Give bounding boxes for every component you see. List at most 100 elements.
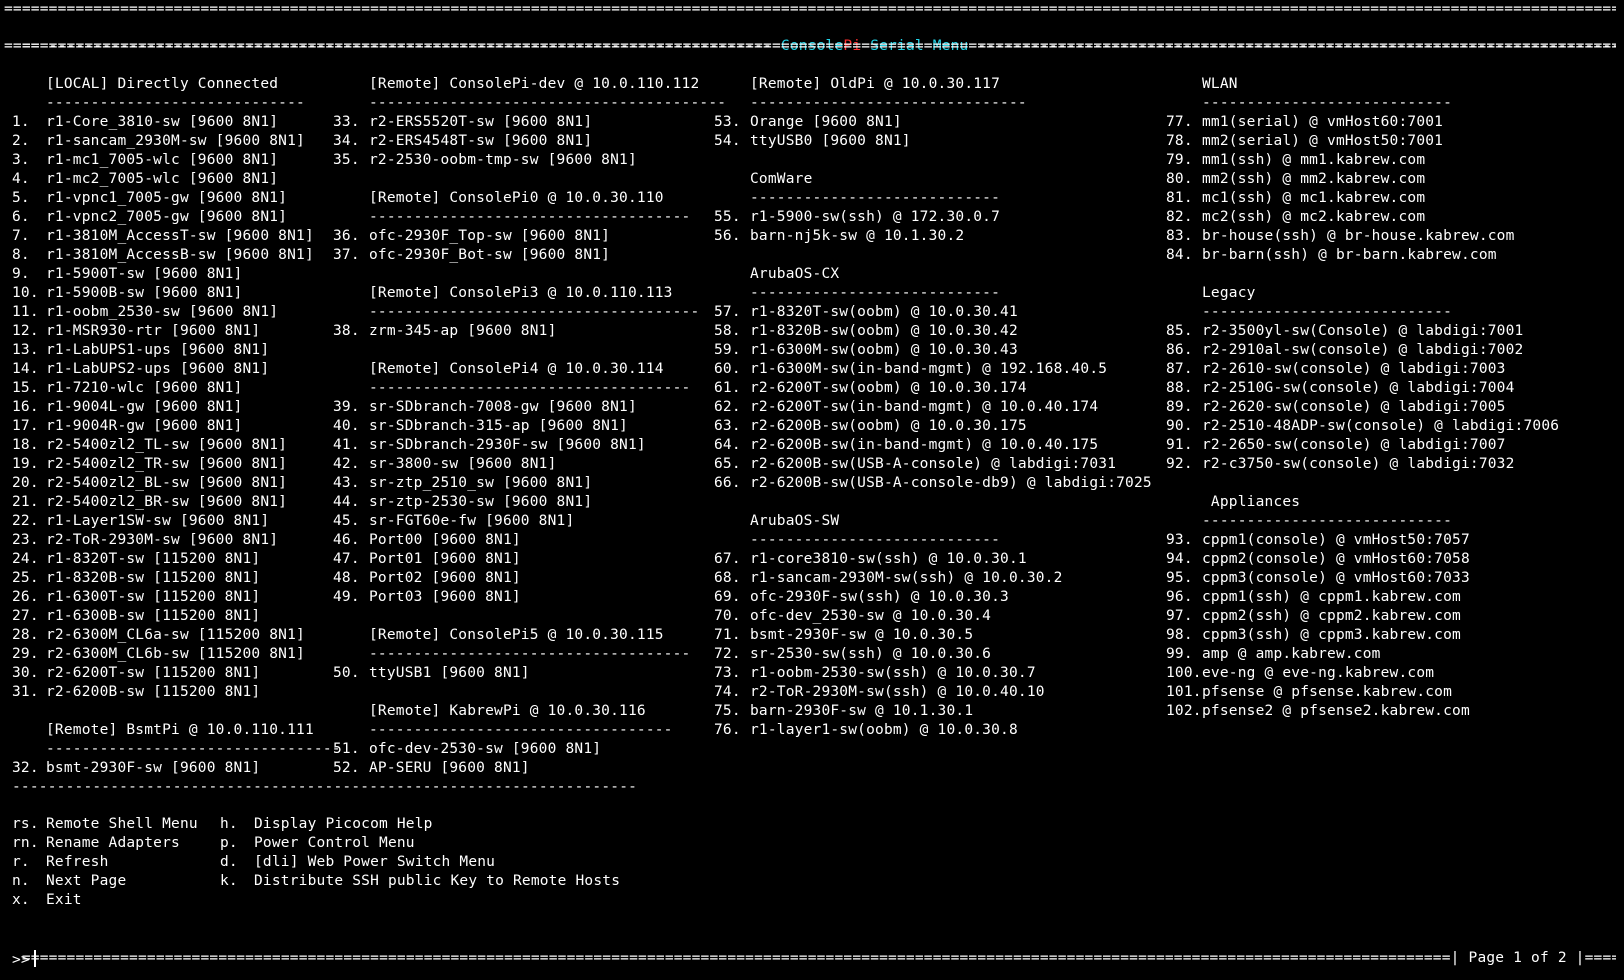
menu-item[interactable]: 69. ofc-2930F-sw(ssh) @ 10.0.30.3 xyxy=(714,588,1152,607)
menu-item[interactable]: 45. sr-FGT60e-fw [9600 8N1] xyxy=(333,512,726,531)
menu-item[interactable]: 32. bsmt-2930F-sw [9600 8N1] xyxy=(12,759,341,778)
menu-item[interactable]: 93. cppm1(console) @ vmHost50:7057 xyxy=(1166,531,1559,550)
menu-item[interactable]: 57. r1-8320T-sw(oobm) @ 10.0.30.41 xyxy=(714,303,1152,322)
menu-item[interactable]: 63. r2-6200B-sw(oobm) @ 10.0.30.175 xyxy=(714,417,1152,436)
menu-option[interactable]: d. [dli] Web Power Switch Menu xyxy=(220,853,620,872)
menu-item[interactable]: 50. ttyUSB1 [9600 8N1] xyxy=(333,664,726,683)
menu-item[interactable]: 24. r1-8320T-sw [115200 8N1] xyxy=(12,550,341,569)
menu-option[interactable]: rn. Rename Adapters xyxy=(12,834,222,853)
menu-item[interactable]: 62. r2-6200T-sw(in-band-mgmt) @ 10.0.40.1… xyxy=(714,398,1152,417)
menu-item[interactable]: 65. r2-6200B-sw(USB-A-console) @ labdigi:… xyxy=(714,455,1152,474)
menu-item[interactable]: 15. r1-7210-wlc [9600 8N1] xyxy=(12,379,341,398)
menu-item[interactable]: 81. mc1(ssh) @ mc1.kabrew.com xyxy=(1166,189,1559,208)
menu-item[interactable]: 90. r2-2510-48ADP-sw(console) @ labdigi:7… xyxy=(1166,417,1559,436)
menu-option[interactable]: n. Next Page xyxy=(12,872,222,891)
menu-item[interactable]: 35. r2-2530-oobm-tmp-sw [9600 8N1] xyxy=(333,151,726,170)
menu-item[interactable]: 54. ttyUSB0 [9600 8N1] xyxy=(714,132,1152,151)
menu-item[interactable]: 47. Port01 [9600 8N1] xyxy=(333,550,726,569)
menu-item[interactable]: 36. ofc-2930F_Top-sw [9600 8N1] xyxy=(333,227,726,246)
menu-item[interactable]: 91. r2-2650-sw(console) @ labdigi:7007 xyxy=(1166,436,1559,455)
menu-item[interactable]: 72. sr-2530-sw(ssh) @ 10.0.30.6 xyxy=(714,645,1152,664)
menu-item[interactable]: 77. mm1(serial) @ vmHost60:7001 xyxy=(1166,113,1559,132)
menu-option[interactable]: r. Refresh xyxy=(12,853,222,872)
menu-option[interactable]: x. Exit xyxy=(12,891,222,910)
menu-item[interactable]: 33. r2-ERS5520T-sw [9600 8N1] xyxy=(333,113,726,132)
menu-item[interactable]: 13. r1-LabUPS1-ups [9600 8N1] xyxy=(12,341,341,360)
menu-item[interactable]: 70. ofc-dev_2530-sw @ 10.0.30.4 xyxy=(714,607,1152,626)
menu-item[interactable]: 49. Port03 [9600 8N1] xyxy=(333,588,726,607)
menu-item[interactable]: 87. r2-2610-sw(console) @ labdigi:7003 xyxy=(1166,360,1559,379)
menu-item[interactable]: 88. r2-2510G-sw(console) @ labdigi:7004 xyxy=(1166,379,1559,398)
menu-item[interactable]: 37. ofc-2930F_Bot-sw [9600 8N1] xyxy=(333,246,726,265)
menu-item[interactable]: 51. ofc-dev-2530-sw [9600 8N1] xyxy=(333,740,726,759)
menu-item[interactable]: 41. sr-SDbranch-2930F-sw [9600 8N1] xyxy=(333,436,726,455)
menu-item[interactable]: 8. r1-3810M_AccessB-sw [9600 8N1] xyxy=(12,246,341,265)
menu-item[interactable]: 6. r1-vpnc2_7005-gw [9600 8N1] xyxy=(12,208,341,227)
menu-item[interactable]: 56. barn-nj5k-sw @ 10.1.30.2 xyxy=(714,227,1152,246)
menu-item[interactable]: 97. cppm2(ssh) @ cppm2.kabrew.com xyxy=(1166,607,1559,626)
menu-item[interactable]: 73. r1-oobm-2530-sw(ssh) @ 10.0.30.7 xyxy=(714,664,1152,683)
menu-item[interactable]: 26. r1-6300T-sw [115200 8N1] xyxy=(12,588,341,607)
menu-item[interactable]: 71. bsmt-2930F-sw @ 10.0.30.5 xyxy=(714,626,1152,645)
menu-item[interactable]: 29. r2-6300M_CL6b-sw [115200 8N1] xyxy=(12,645,341,664)
menu-item[interactable]: 40. sr-SDbranch-315-ap [9600 8N1] xyxy=(333,417,726,436)
menu-option[interactable]: k. Distribute SSH public Key to Remote Ho… xyxy=(220,872,620,891)
menu-item[interactable]: 22. r1-Layer1SW-sw [9600 8N1] xyxy=(12,512,341,531)
menu-item[interactable]: 43. sr-ztp_2510_sw [9600 8N1] xyxy=(333,474,726,493)
menu-item[interactable]: 67. r1-core3810-sw(ssh) @ 10.0.30.1 xyxy=(714,550,1152,569)
menu-item[interactable]: 66. r2-6200B-sw(USB-A-console-db9) @ labd… xyxy=(714,474,1152,493)
menu-item[interactable]: 52. AP-SERU [9600 8N1] xyxy=(333,759,726,778)
menu-item[interactable]: 79. mm1(ssh) @ mm1.kabrew.com xyxy=(1166,151,1559,170)
menu-item[interactable]: 60. r1-6300M-sw(in-band-mgmt) @ 192.168.4… xyxy=(714,360,1152,379)
menu-item[interactable]: 23. r2-ToR-2930M-sw [9600 8N1] xyxy=(12,531,341,550)
menu-item[interactable]: 84. br-barn(ssh) @ br-barn.kabrew.com xyxy=(1166,246,1559,265)
menu-item[interactable]: 3. r1-mc1_7005-wlc [9600 8N1] xyxy=(12,151,341,170)
menu-item[interactable]: 18. r2-5400zl2_TL-sw [9600 8N1] xyxy=(12,436,341,455)
menu-item[interactable]: 61. r2-6200T-sw(oobm) @ 10.0.30.174 xyxy=(714,379,1152,398)
menu-item[interactable]: 94. cppm2(console) @ vmHost60:7058 xyxy=(1166,550,1559,569)
menu-item[interactable]: 53. Orange [9600 8N1] xyxy=(714,113,1152,132)
menu-item[interactable]: 80. mm2(ssh) @ mm2.kabrew.com xyxy=(1166,170,1559,189)
menu-item[interactable]: 74. r2-ToR-2930M-sw(ssh) @ 10.0.40.10 xyxy=(714,683,1152,702)
menu-item[interactable]: 30. r2-6200T-sw [115200 8N1] xyxy=(12,664,341,683)
menu-item[interactable]: 14. r1-LabUPS2-ups [9600 8N1] xyxy=(12,360,341,379)
menu-item[interactable]: 17. r1-9004R-gw [9600 8N1] xyxy=(12,417,341,436)
menu-item[interactable]: 20. r2-5400zl2_BL-sw [9600 8N1] xyxy=(12,474,341,493)
menu-option[interactable]: p. Power Control Menu xyxy=(220,834,620,853)
menu-item[interactable]: 102.pfsense2 @ pfsense2.kabrew.com xyxy=(1166,702,1559,721)
menu-item[interactable]: 58. r1-8320B-sw(oobm) @ 10.0.30.42 xyxy=(714,322,1152,341)
menu-item[interactable]: 68. r1-sancam-2930M-sw(ssh) @ 10.0.30.2 xyxy=(714,569,1152,588)
menu-item[interactable]: 85. r2-3500yl-sw(Console) @ labdigi:7001 xyxy=(1166,322,1559,341)
command-prompt[interactable]: >> xyxy=(12,950,36,970)
menu-item[interactable]: 42. sr-3800-sw [9600 8N1] xyxy=(333,455,726,474)
menu-item[interactable]: 21. r2-5400zl2_BR-sw [9600 8N1] xyxy=(12,493,341,512)
menu-item[interactable]: 12. r1-MSR930-rtr [9600 8N1] xyxy=(12,322,341,341)
menu-item[interactable]: 1. r1-Core_3810-sw [9600 8N1] xyxy=(12,113,341,132)
menu-item[interactable]: 39. sr-SDbranch-7008-gw [9600 8N1] xyxy=(333,398,726,417)
menu-item[interactable]: 4. r1-mc2_7005-wlc [9600 8N1] xyxy=(12,170,341,189)
menu-item[interactable]: 9. r1-5900T-sw [9600 8N1] xyxy=(12,265,341,284)
menu-item[interactable]: 83. br-house(ssh) @ br-house.kabrew.com xyxy=(1166,227,1559,246)
menu-item[interactable]: 75. barn-2930F-sw @ 10.1.30.1 xyxy=(714,702,1152,721)
menu-item[interactable]: 25. r1-8320B-sw [115200 8N1] xyxy=(12,569,341,588)
menu-item[interactable]: 76. r1-layer1-sw(oobm) @ 10.0.30.8 xyxy=(714,721,1152,740)
menu-option[interactable]: rs. Remote Shell Menu xyxy=(12,815,222,834)
menu-option[interactable]: h. Display Picocom Help xyxy=(220,815,620,834)
menu-item[interactable]: 16. r1-9004L-gw [9600 8N1] xyxy=(12,398,341,417)
menu-item[interactable]: 96. cppm1(ssh) @ cppm1.kabrew.com xyxy=(1166,588,1559,607)
menu-item[interactable]: 82. mc2(ssh) @ mc2.kabrew.com xyxy=(1166,208,1559,227)
menu-item[interactable]: 44. sr-ztp-2530-sw [9600 8N1] xyxy=(333,493,726,512)
menu-item[interactable]: 92. r2-c3750-sw(console) @ labdigi:7032 xyxy=(1166,455,1559,474)
menu-item[interactable]: 5. r1-vpnc1_7005-gw [9600 8N1] xyxy=(12,189,341,208)
menu-item[interactable]: 64. r2-6200B-sw(in-band-mgmt) @ 10.0.40.1… xyxy=(714,436,1152,455)
menu-item[interactable]: 89. r2-2620-sw(console) @ labdigi:7005 xyxy=(1166,398,1559,417)
menu-item[interactable]: 98. cppm3(ssh) @ cppm3.kabrew.com xyxy=(1166,626,1559,645)
menu-item[interactable]: 55. r1-5900-sw(ssh) @ 172.30.0.7 xyxy=(714,208,1152,227)
menu-item[interactable]: 99. amp @ amp.kabrew.com xyxy=(1166,645,1559,664)
menu-item[interactable]: 86. r2-2910al-sw(console) @ labdigi:7002 xyxy=(1166,341,1559,360)
menu-item[interactable]: 59. r1-6300M-sw(oobm) @ 10.0.30.43 xyxy=(714,341,1152,360)
menu-item[interactable]: 100.eve-ng @ eve-ng.kabrew.com xyxy=(1166,664,1559,683)
menu-item[interactable]: 101.pfsense @ pfsense.kabrew.com xyxy=(1166,683,1559,702)
menu-item[interactable]: 31. r2-6200B-sw [115200 8N1] xyxy=(12,683,341,702)
menu-item[interactable]: 2. r1-sancam_2930M-sw [9600 8N1] xyxy=(12,132,341,151)
